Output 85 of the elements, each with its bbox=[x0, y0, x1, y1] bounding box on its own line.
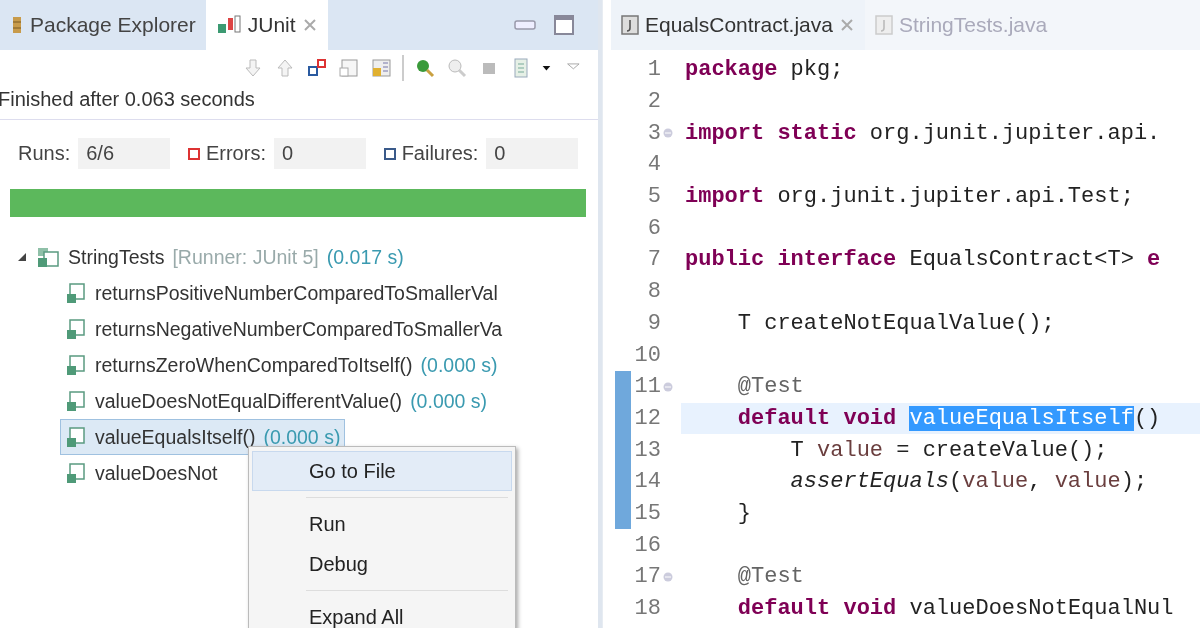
layout-icon[interactable] bbox=[370, 57, 392, 79]
counter-label: Errors: bbox=[187, 142, 266, 165]
magnifier-icon[interactable] bbox=[414, 57, 436, 79]
counter-label: Failures: bbox=[383, 142, 479, 165]
code-line: import static org.junit.jupiter.api. bbox=[685, 120, 1161, 146]
line-number: 13 bbox=[633, 437, 661, 463]
java-file-icon bbox=[621, 15, 639, 35]
counter-field: 0 bbox=[486, 138, 578, 169]
failure-icon bbox=[383, 147, 396, 160]
close-icon[interactable] bbox=[301, 17, 318, 33]
magnifier-icon[interactable] bbox=[446, 57, 468, 79]
tree-item[interactable]: returnsPositiveNumberComparedToSmallerVal bbox=[60, 275, 503, 311]
line-number: 18 bbox=[633, 596, 661, 622]
code-line: T createNotEqualValue(); bbox=[736, 310, 1055, 336]
line-number: 9 bbox=[646, 310, 661, 336]
runner-label: [Runner: JUnit 5] bbox=[172, 245, 319, 269]
code-line: @Test bbox=[736, 564, 804, 590]
line-number: 5 bbox=[646, 184, 661, 210]
code-line: } bbox=[736, 500, 751, 526]
time-label: (0.000 s) bbox=[420, 353, 498, 377]
test-name: returnsNegativeNumberComparedToSmallerVa bbox=[95, 317, 503, 341]
menu-item[interactable]: Expand All bbox=[252, 597, 512, 628]
code-line: default void valueDoesNotEqualNul bbox=[736, 596, 1174, 622]
package-icon bbox=[10, 15, 24, 35]
view-tab[interactable]: JUnit bbox=[205, 0, 328, 50]
line-number: 11 bbox=[633, 374, 661, 400]
code-line: @Test bbox=[736, 374, 804, 400]
view-tab[interactable]: Package Explorer bbox=[0, 0, 206, 50]
tree-item[interactable]: valueDoesNot bbox=[60, 455, 223, 491]
counter-label: Runs: bbox=[18, 142, 71, 165]
error-icon bbox=[187, 147, 200, 160]
code-line: assertEquals(value, value); bbox=[789, 469, 1148, 495]
line-number: 6 bbox=[646, 215, 661, 241]
test-name: returnsZeroWhenComparedToItself() bbox=[95, 353, 413, 377]
line-number: 4 bbox=[646, 152, 661, 178]
line-number: 1 bbox=[646, 57, 661, 83]
code-line: package pkg; bbox=[685, 57, 844, 83]
line-number: 2 bbox=[646, 89, 661, 115]
test-name: valueDoesNot bbox=[95, 461, 218, 485]
menu-item[interactable]: Go to File bbox=[252, 451, 512, 491]
time-label: (0.000 s) bbox=[410, 389, 488, 413]
line-number: 17 bbox=[633, 564, 661, 590]
code-line: public interface EqualsContract<T> e bbox=[685, 247, 1161, 273]
close-icon[interactable] bbox=[838, 17, 855, 33]
fold-icon[interactable] bbox=[663, 128, 673, 139]
test-name: valueEqualsItself() bbox=[95, 425, 256, 449]
maximize-icon[interactable] bbox=[554, 15, 574, 35]
status-text: Finished after 0.063 seconds bbox=[0, 86, 598, 120]
line-number: 15 bbox=[633, 500, 661, 526]
test-name: returnsPositiveNumberComparedToSmallerVal bbox=[95, 281, 498, 305]
tree-item[interactable]: returnsNegativeNumberComparedToSmallerVa bbox=[60, 311, 508, 347]
test-icon bbox=[65, 282, 87, 304]
time-label: (0.017 s) bbox=[326, 245, 404, 269]
line-number: 12 bbox=[633, 405, 661, 431]
line-number: 10 bbox=[633, 342, 661, 368]
test-icon bbox=[65, 426, 87, 448]
counter-field: 6/6 bbox=[78, 138, 170, 169]
test-icon bbox=[65, 462, 87, 484]
line-number: 16 bbox=[633, 532, 661, 558]
line-number: 7 bbox=[646, 247, 661, 273]
expanded-icon[interactable] bbox=[16, 251, 28, 263]
menu-item[interactable]: Run bbox=[252, 504, 512, 544]
menu-item[interactable]: Debug bbox=[252, 544, 512, 584]
java-file-icon bbox=[874, 15, 893, 35]
test-name: valueDoesNotEqualDifferentValue() bbox=[95, 389, 403, 413]
line-number: 14 bbox=[633, 469, 661, 495]
test-suite-icon bbox=[36, 246, 60, 268]
test-icon bbox=[65, 318, 87, 340]
code-line: T value = createValue(); bbox=[789, 437, 1108, 463]
test-icon bbox=[65, 354, 87, 376]
junit-icon bbox=[215, 14, 242, 36]
line-number: 8 bbox=[646, 279, 661, 305]
tree-item: StringTests bbox=[68, 245, 165, 269]
window-icon[interactable] bbox=[338, 57, 360, 79]
line-number: 3 bbox=[646, 120, 661, 146]
editor-tab[interactable]: EqualsContract.java bbox=[611, 0, 865, 50]
counter-field: 0 bbox=[273, 138, 366, 169]
fold-icon[interactable] bbox=[663, 571, 673, 582]
tree-item[interactable]: valueDoesNotEqualDifferentValue() (0.000 s) bbox=[60, 383, 493, 419]
tree-item[interactable]: returnsZeroWhenComparedToItself() (0.000 s) bbox=[60, 347, 503, 383]
squares-icon[interactable] bbox=[306, 57, 328, 79]
minimize-icon[interactable] bbox=[514, 19, 536, 31]
code-line: import org.junit.jupiter.api.Test; bbox=[685, 184, 1134, 210]
test-icon bbox=[65, 390, 87, 412]
fold-icon[interactable] bbox=[663, 381, 673, 392]
